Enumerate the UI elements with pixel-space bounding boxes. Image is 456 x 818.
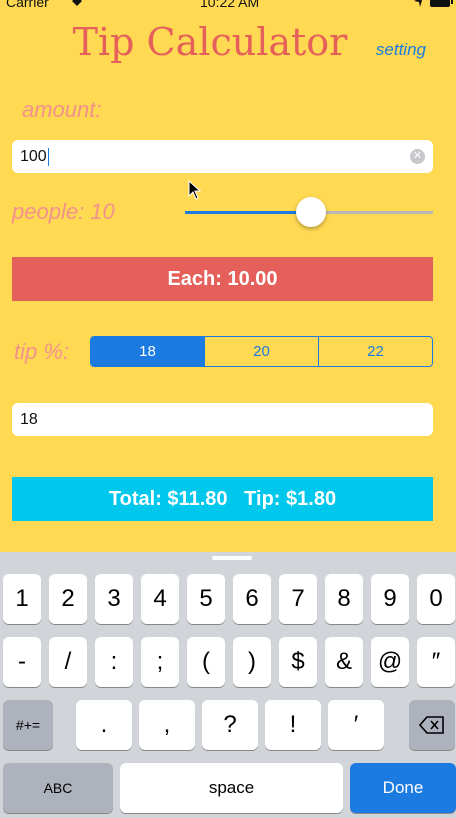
status-bar: Carrier 10:22 AM <box>0 0 456 10</box>
tip-input[interactable]: 18 <box>12 403 433 436</box>
text-cursor <box>47 147 49 166</box>
done-button[interactable]: Done <box>350 763 456 813</box>
tip-segmented-control[interactable]: 18 20 22 <box>90 336 433 367</box>
amount-value: 100 <box>20 147 47 165</box>
key-close-paren[interactable]: ) <box>233 637 271 687</box>
page-title: Tip Calculator <box>72 20 348 64</box>
key-colon[interactable]: : <box>95 637 133 687</box>
backspace-icon[interactable] <box>409 700 455 750</box>
slider-track-empty <box>311 211 433 214</box>
key-3[interactable]: 3 <box>95 574 133 624</box>
battery-icon <box>430 0 454 10</box>
keyboard-handle[interactable] <box>212 556 252 560</box>
key-2[interactable]: 2 <box>49 574 87 624</box>
key-space[interactable]: space <box>120 763 343 813</box>
key-exclamation[interactable]: ! <box>265 700 321 750</box>
tip-option-20[interactable]: 20 <box>204 337 318 366</box>
key-1[interactable]: 1 <box>3 574 41 624</box>
key-7[interactable]: 7 <box>279 574 317 624</box>
time-label: 10:22 AM <box>200 0 260 10</box>
setting-button[interactable]: setting <box>376 40 426 60</box>
key-double-quote[interactable]: ″ <box>417 637 455 687</box>
tip-label: tip %: <box>14 339 70 364</box>
key-comma[interactable]: , <box>139 700 195 750</box>
key-semicolon[interactable]: ; <box>141 637 179 687</box>
key-0[interactable]: 0 <box>417 574 455 624</box>
key-question[interactable]: ? <box>202 700 258 750</box>
key-dollar[interactable]: $ <box>279 637 317 687</box>
key-apostrophe[interactable]: ′ <box>328 700 384 750</box>
amount-label: amount: <box>22 97 102 122</box>
amount-input[interactable]: 100 ✕ <box>12 140 433 173</box>
key-8[interactable]: 8 <box>325 574 363 624</box>
key-4[interactable]: 4 <box>141 574 179 624</box>
people-slider[interactable] <box>185 196 433 228</box>
total-bar: Total: $11.80 Tip: $1.80 <box>12 477 433 521</box>
clear-icon[interactable]: ✕ <box>410 149 425 164</box>
key-symbols[interactable]: #+= <box>3 700 53 750</box>
key-hyphen[interactable]: - <box>3 637 41 687</box>
key-6[interactable]: 6 <box>233 574 271 624</box>
key-5[interactable]: 5 <box>187 574 225 624</box>
tip-value: 18 <box>20 410 38 428</box>
tip-option-18[interactable]: 18 <box>91 337 204 366</box>
wifi-icon <box>70 0 84 10</box>
slider-thumb[interactable] <box>296 197 326 227</box>
key-open-paren[interactable]: ( <box>187 637 225 687</box>
tip-option-22[interactable]: 22 <box>318 337 432 366</box>
location-icon <box>414 0 424 10</box>
key-ampersand[interactable]: & <box>325 637 363 687</box>
key-slash[interactable]: / <box>49 637 87 687</box>
each-amount-bar: Each: 10.00 <box>12 257 433 301</box>
key-period[interactable]: . <box>76 700 132 750</box>
carrier-label: Carrier <box>6 0 49 10</box>
slider-track-filled <box>185 211 311 214</box>
people-label: people: 10 <box>12 199 115 224</box>
key-at[interactable]: @ <box>371 637 409 687</box>
key-abc[interactable]: ABC <box>3 763 113 813</box>
key-9[interactable]: 9 <box>371 574 409 624</box>
